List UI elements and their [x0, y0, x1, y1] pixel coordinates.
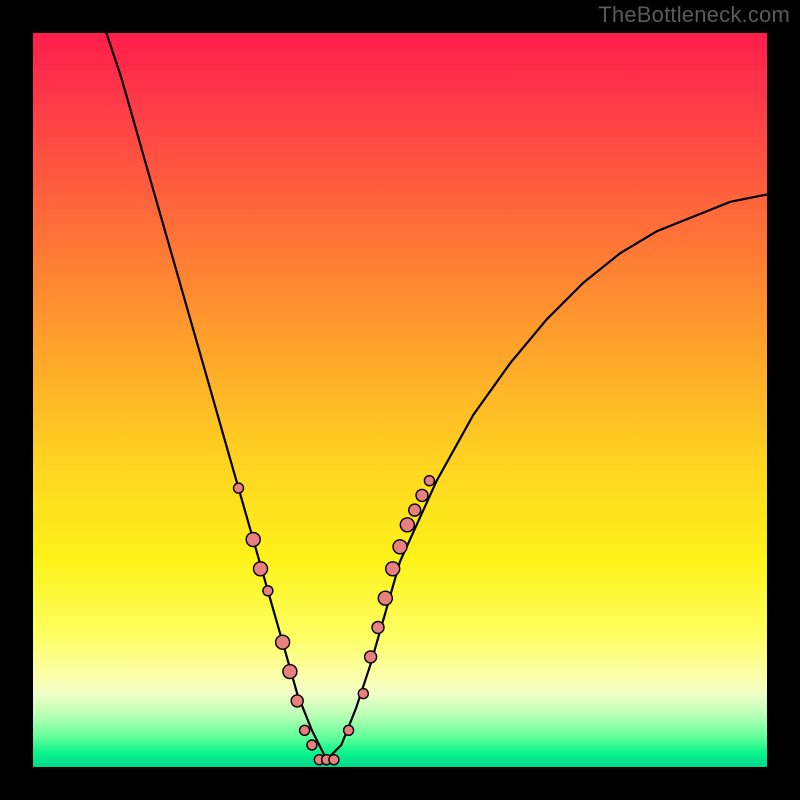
bottleneck-curve [106, 33, 767, 760]
data-marker [372, 622, 384, 634]
data-marker [409, 504, 421, 516]
data-marker [378, 591, 392, 605]
data-marker [386, 562, 400, 576]
marker-group [234, 476, 435, 765]
data-marker [234, 483, 244, 493]
data-marker [276, 635, 290, 649]
data-marker [254, 562, 268, 576]
data-marker [393, 540, 407, 554]
data-marker [246, 533, 260, 547]
data-marker [344, 725, 354, 735]
chart-frame: TheBottleneck.com [0, 0, 800, 800]
data-marker [300, 725, 310, 735]
watermark-text: TheBottleneck.com [598, 2, 790, 28]
data-marker [424, 476, 434, 486]
data-marker [307, 740, 317, 750]
data-marker [400, 518, 414, 532]
chart-svg [33, 33, 767, 767]
data-marker [365, 651, 377, 663]
data-marker [263, 586, 273, 596]
data-marker [358, 689, 368, 699]
data-marker [416, 489, 428, 501]
data-marker [291, 695, 303, 707]
curve-group [106, 33, 767, 760]
plot-area [33, 33, 767, 767]
data-marker [283, 665, 297, 679]
data-marker [329, 755, 339, 765]
